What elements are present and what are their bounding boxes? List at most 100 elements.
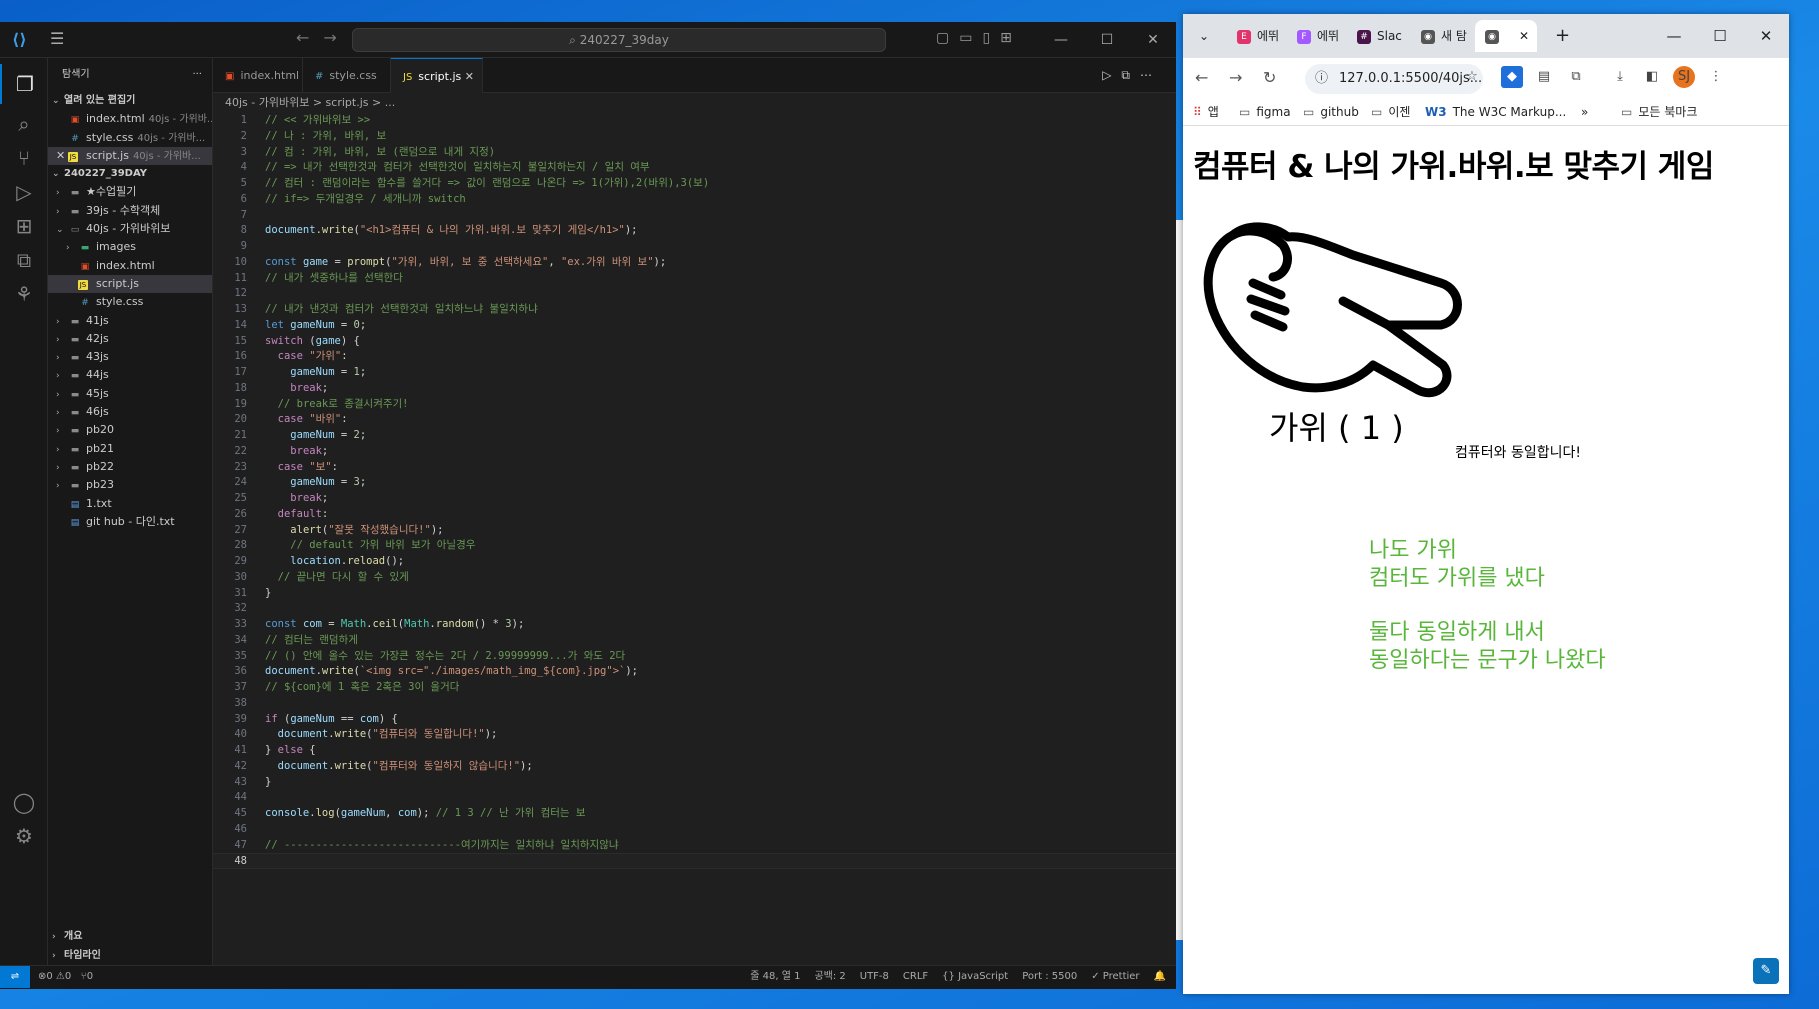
open-editors-section[interactable]: ⌄ 열려 있는 편집기 bbox=[48, 92, 212, 110]
code-line[interactable]: 46 bbox=[213, 822, 1176, 838]
code-line[interactable]: 4 // => 내가 선택한것과 컴터가 선택한것이 일치하는지 불일치하는지 /… bbox=[213, 160, 1176, 176]
code-line[interactable]: 39 if (gameNum == com) { bbox=[213, 712, 1176, 728]
chrome-tab-1[interactable]: E 에뛰 bbox=[1227, 20, 1285, 52]
command-center-search[interactable]: ⌕ 240227_39day bbox=[352, 28, 886, 52]
code-line[interactable]: 10 const game = prompt("가위, 바위, 보 중 선택하세요… bbox=[213, 255, 1176, 271]
extensions-puzzle-icon[interactable]: ⧉ bbox=[1565, 66, 1587, 88]
chrome-menu-icon[interactable]: ⋮ bbox=[1705, 66, 1727, 88]
remote-indicator-icon[interactable]: ⇌ bbox=[0, 966, 30, 988]
site-info-icon[interactable]: ⓘ bbox=[1315, 64, 1328, 94]
chrome-tab-4[interactable]: ◉ 새 탐 bbox=[1411, 20, 1473, 52]
cursor-position[interactable]: 줄 48, 열 1 bbox=[750, 966, 800, 988]
editor-run-actions[interactable]: ▷⧉⋯ bbox=[1102, 58, 1162, 93]
close-icon[interactable]: ✕ bbox=[56, 147, 68, 165]
folder-item[interactable]: ⌄ ▭ 40js - 가위바위보 bbox=[48, 220, 212, 238]
code-line[interactable]: 1 // << 가위바위보 >> bbox=[213, 113, 1176, 129]
settings-gear-icon[interactable]: ⚙ bbox=[0, 816, 48, 856]
code-line[interactable]: 9 bbox=[213, 239, 1176, 255]
folder-item[interactable]: › ▬ 46js bbox=[48, 403, 212, 421]
folder-item[interactable]: › ▬ images bbox=[48, 238, 212, 256]
close-icon[interactable]: ✕ bbox=[1743, 14, 1789, 58]
code-line[interactable]: 29 location.reload(); bbox=[213, 554, 1176, 570]
code-line[interactable]: 33 const com = Math.ceil(Math.random() * … bbox=[213, 617, 1176, 633]
side-panel-icon[interactable]: ◧ bbox=[1641, 66, 1663, 88]
code-line[interactable]: 34 // 컴터는 랜덤하게 bbox=[213, 633, 1176, 649]
code-line[interactable]: 30 // 끝나면 다시 할 수 있게 bbox=[213, 570, 1176, 586]
code-line[interactable]: 26 default: bbox=[213, 507, 1176, 523]
folder-item[interactable]: › ▬ 45js bbox=[48, 385, 212, 403]
new-tab-button[interactable]: + bbox=[1545, 20, 1575, 52]
code-line[interactable]: 22 break; bbox=[213, 444, 1176, 460]
open-editor-item[interactable]: # style.css 40js - 가위바... bbox=[48, 129, 212, 147]
workspace-section[interactable]: ⌄ 240227_39DAY bbox=[48, 165, 212, 183]
maximize-icon[interactable]: ☐ bbox=[1697, 14, 1743, 58]
folder-item[interactable]: › ▬ pb23 bbox=[48, 476, 212, 494]
code-line[interactable]: 41} else { bbox=[213, 743, 1176, 759]
encoding[interactable]: UTF-8 bbox=[860, 966, 889, 988]
code-line[interactable]: 31} bbox=[213, 586, 1176, 602]
code-line[interactable]: 38 bbox=[213, 696, 1176, 712]
folder-item[interactable]: › ▬ 41js bbox=[48, 312, 212, 330]
extension-image-icon[interactable]: ▤ bbox=[1533, 66, 1555, 88]
file-item[interactable]: # style.css bbox=[48, 293, 212, 311]
code-line[interactable]: 44 bbox=[213, 790, 1176, 806]
reload-icon[interactable]: ↻ bbox=[1263, 58, 1276, 98]
layout-toggle-icons[interactable]: ▢▭▯⊞ bbox=[936, 30, 1022, 46]
folder-item[interactable]: › ▬ ★수업필기 bbox=[48, 183, 212, 201]
tab-search-icon[interactable]: ⌄ bbox=[1189, 20, 1223, 52]
extension-icon[interactable]: ◆ bbox=[1501, 66, 1523, 88]
outline-section[interactable]: › 개요 bbox=[48, 928, 213, 946]
code-line[interactable]: 11 // 내가 셋중하나를 선택한다 bbox=[213, 271, 1176, 287]
code-line[interactable]: 17 gameNum = 1; bbox=[213, 365, 1176, 381]
code-line[interactable]: 7 bbox=[213, 208, 1176, 224]
bookmarks-overflow-icon[interactable]: » bbox=[1581, 98, 1588, 126]
chrome-tab-active[interactable]: ◉ ✕ bbox=[1475, 20, 1537, 52]
file-item[interactable]: JS script.js bbox=[48, 274, 212, 294]
open-editor-item[interactable]: ✕ JS script.js 40js - 가위바... bbox=[48, 146, 212, 166]
code-line[interactable]: 3 // 컴 : 가위, 바위, 보 (랜덤으로 내게 지정) bbox=[213, 145, 1176, 161]
code-line[interactable]: 13 // 내가 낸것과 컴터가 선택한것과 일치하느냐 불일치하냐 bbox=[213, 302, 1176, 318]
minimize-icon[interactable]: — bbox=[1651, 14, 1697, 58]
code-line[interactable]: 28 // default 가위 바위 보가 아닐경우 bbox=[213, 538, 1176, 554]
address-bar[interactable]: ⓘ 127.0.0.1:5500/40js... bbox=[1305, 64, 1483, 94]
prettier-status[interactable]: ✓ Prettier bbox=[1091, 966, 1139, 988]
bookmark-ezen[interactable]: ▭ 이젠 bbox=[1371, 98, 1410, 126]
code-editor[interactable]: 1 // << 가위바위보 >> 2 // 나 : 가위, 바위, 보 3 // 컴 : … bbox=[213, 113, 1176, 965]
code-line[interactable]: 25 break; bbox=[213, 491, 1176, 507]
folder-item[interactable]: › ▬ pb21 bbox=[48, 440, 212, 458]
bookmark-apps[interactable]: ⠿ 앱 bbox=[1193, 98, 1219, 126]
avatar[interactable]: SJ bbox=[1673, 66, 1695, 88]
close-tab-icon[interactable]: ✕ bbox=[1519, 20, 1529, 52]
folder-item[interactable]: › ▬ 39js - 수학객체 bbox=[48, 202, 212, 220]
tab-style-css[interactable]: # style.css bbox=[303, 58, 391, 93]
file-item[interactable]: ▤ git hub - 다인.txt bbox=[48, 513, 212, 531]
folder-item[interactable]: › ▬ 43js bbox=[48, 348, 212, 366]
edit-pen-icon[interactable]: ✎ bbox=[1753, 958, 1779, 984]
code-line[interactable]: 27 alert("잘못 작성했습니다!"); bbox=[213, 523, 1176, 539]
chrome-tab-2[interactable]: F 에뛰 bbox=[1287, 20, 1345, 52]
breadcrumb[interactable]: 40js - 가위바위보 > script.js > ... bbox=[213, 93, 1176, 113]
code-line[interactable]: 15 switch (game) { bbox=[213, 334, 1176, 350]
back-icon[interactable]: ← bbox=[1195, 58, 1208, 98]
code-line[interactable]: 42 document.write("컴퓨터와 동일하지 않습니다!"); bbox=[213, 759, 1176, 775]
maximize-icon[interactable]: ☐ bbox=[1084, 22, 1130, 58]
hamburger-menu-icon[interactable]: ☰ bbox=[50, 29, 64, 48]
code-line[interactable]: 37 // ${com}에 1 혹은 2혹은 3이 올거다 bbox=[213, 680, 1176, 696]
open-editor-item[interactable]: ▣ index.html 40js - 가위바... bbox=[48, 110, 212, 128]
close-icon[interactable]: ✕ bbox=[1130, 22, 1176, 58]
timeline-section[interactable]: › 타임라인 bbox=[48, 947, 213, 965]
live-server-port[interactable]: Port : 5500 bbox=[1022, 966, 1077, 988]
folder-item[interactable]: › ▬ pb20 bbox=[48, 421, 212, 439]
code-line[interactable]: 36 document.write(`<img src="./images/mat… bbox=[213, 664, 1176, 680]
code-line[interactable]: 21 gameNum = 2; bbox=[213, 428, 1176, 444]
indentation[interactable]: 공백: 2 bbox=[814, 966, 845, 988]
code-line[interactable]: 24 gameNum = 3; bbox=[213, 475, 1176, 491]
minimize-icon[interactable]: — bbox=[1038, 22, 1084, 58]
nav-arrows[interactable]: ←→ bbox=[296, 28, 351, 47]
code-line[interactable]: 47 // ----------------------------여기까지는 일… bbox=[213, 838, 1176, 854]
folder-item[interactable]: › ▬ pb22 bbox=[48, 458, 212, 476]
code-line[interactable]: 23 case "보": bbox=[213, 460, 1176, 476]
code-line[interactable]: 32 bbox=[213, 601, 1176, 617]
tab-script-js[interactable]: JS script.js ✕ bbox=[391, 58, 483, 93]
bookmark-w3c[interactable]: W3 The W3C Markup... bbox=[1425, 98, 1566, 126]
